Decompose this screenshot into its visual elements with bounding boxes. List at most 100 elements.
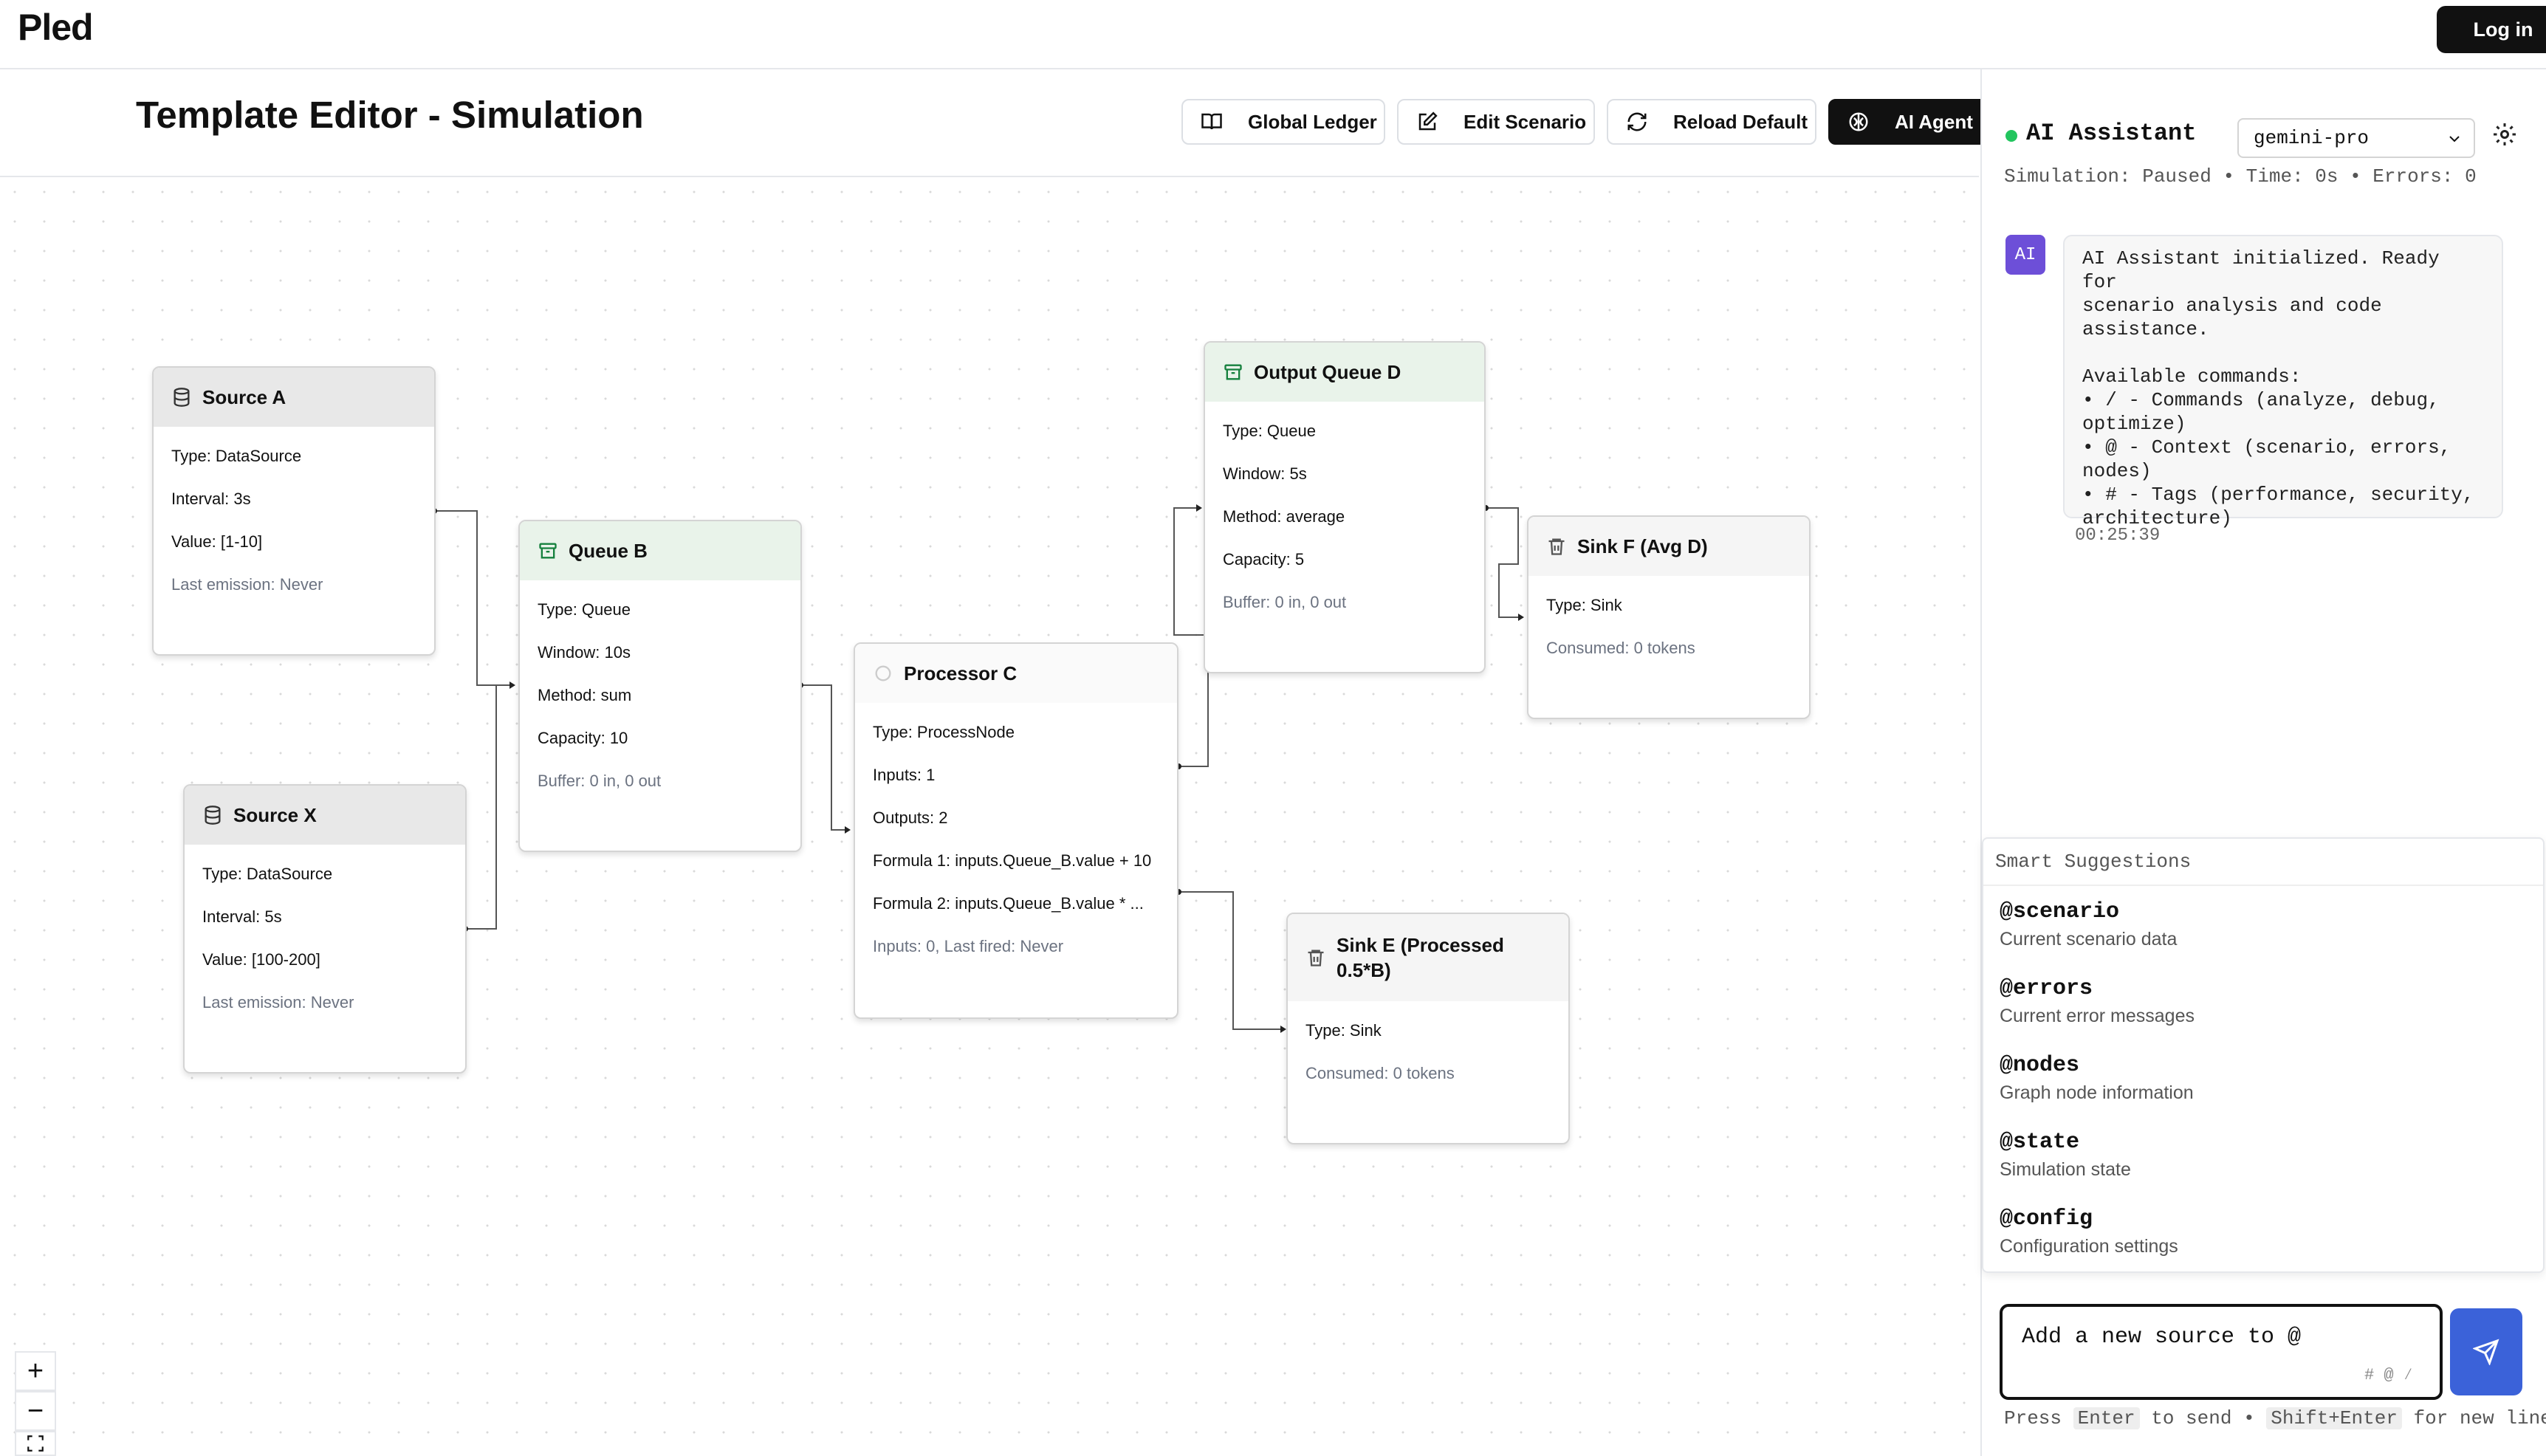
node-header: Sink F (Avg D) <box>1528 517 1809 576</box>
keyboard-hint: Press Enter to send • Shift+Enter for ne… <box>2004 1407 2546 1429</box>
edge-source-a-queue-b <box>434 510 514 686</box>
database-icon <box>174 388 190 407</box>
node-header: Processor C <box>855 644 1177 703</box>
trash-icon <box>1308 950 1324 966</box>
node-formula-1: Formula 1: inputs.Queue_B.value + 10 <box>873 851 1152 870</box>
node-window: Window: 5s <box>1223 464 1307 483</box>
database-icon <box>205 806 221 825</box>
edge-output-d-sink-f <box>1486 507 1523 618</box>
node-title: Sink E (Processed 0.5*B) <box>1337 934 1504 981</box>
node-title: Source A <box>202 385 286 408</box>
node-method: Method: average <box>1223 507 1345 526</box>
chat-input[interactable]: Add a new source to @ <box>2000 1304 2443 1400</box>
model-select-value: gemini-pro <box>2254 127 2370 149</box>
smart-suggestions-popup: Smart Suggestions @scenario Current scen… <box>1982 837 2545 1273</box>
node-buffer: Buffer: 0 in, 0 out <box>538 772 662 790</box>
node-interval: Interval: 5s <box>202 907 282 926</box>
send-icon <box>2473 1339 2499 1365</box>
node-method: Method: sum <box>538 686 632 704</box>
node-title: Processor C <box>904 662 1018 684</box>
suggestion-item-nodes[interactable]: @nodes Graph node information <box>1983 1040 2543 1116</box>
node-output-queue-d[interactable]: Output Queue D Type: Queue Window: 5s Me… <box>1204 341 1486 673</box>
node-title: Sink F (Avg D) <box>1577 535 1708 557</box>
suggestion-desc: Simulation state <box>2000 1159 2131 1180</box>
node-header: Source A <box>154 368 434 427</box>
input-hint-icons: # @ ⁄ <box>2364 1366 2414 1384</box>
node-source-a[interactable]: Source A Type: DataSource Interval: 3s V… <box>152 366 436 656</box>
suggestion-desc: Current error messages <box>2000 1006 2195 1026</box>
model-select[interactable]: gemini-pro <box>2237 118 2475 158</box>
assistant-title: AI Assistant <box>2026 120 2197 147</box>
node-title: Source X <box>233 803 317 826</box>
hint-press: Press <box>2004 1407 2062 1429</box>
chat-input-value: Add a new source to @ <box>2022 1325 2302 1350</box>
node-consumed: Consumed: 0 tokens <box>1305 1064 1455 1082</box>
node-type: Type: Sink <box>1305 1021 1382 1040</box>
suggestion-key: @config <box>2000 1206 2093 1232</box>
archive-icon <box>539 543 557 559</box>
node-outputs: Outputs: 2 <box>873 808 948 827</box>
node-sink-e[interactable]: Sink E (Processed 0.5*B) Type: Sink Cons… <box>1286 913 1570 1144</box>
login-button[interactable]: Log in <box>2437 6 2546 53</box>
hint-to-send: to send • <box>2151 1407 2255 1429</box>
node-last-emission: Last emission: Never <box>202 993 354 1012</box>
suggestions-title: Smart Suggestions <box>1983 839 2543 886</box>
suggestion-key: @scenario <box>2000 899 2120 924</box>
chevron-down-icon <box>2449 136 2460 142</box>
hint-new-line: for new line <box>2413 1407 2546 1429</box>
simulation-status: Simulation: Paused • Time: 0s • Errors: … <box>2004 165 2477 188</box>
node-header: Source X <box>185 786 465 845</box>
assistant-message: AI Assistant initialized. Ready for scen… <box>2063 235 2503 529</box>
status-dot <box>2005 130 2017 142</box>
node-capacity: Capacity: 5 <box>1223 550 1305 569</box>
fullscreen-icon <box>27 1435 44 1452</box>
node-window: Window: 10s <box>538 643 631 662</box>
edge-processor-c-sink-e <box>1178 891 1285 1030</box>
suggestion-key: @state <box>2000 1130 2080 1155</box>
node-inputs: Inputs: 1 <box>873 766 936 784</box>
hint-shift-enter-key: Shift+Enter <box>2266 1407 2402 1429</box>
node-processor-c[interactable]: Processor C Type: ProcessNode Inputs: 1 … <box>854 642 1178 1019</box>
suggestion-item-state[interactable]: @state Simulation state <box>1983 1116 2543 1193</box>
hint-enter-key: Enter <box>2073 1407 2140 1429</box>
node-type: Type: DataSource <box>202 865 333 883</box>
trash-icon <box>1548 538 1565 555</box>
suggestion-desc: Configuration settings <box>2000 1236 2178 1257</box>
node-type: Type: Queue <box>1223 422 1316 440</box>
node-last-emission: Last emission: Never <box>171 575 323 594</box>
node-buffer: Buffer: 0 in, 0 out <box>1223 593 1347 611</box>
node-source-x[interactable]: Source X Type: DataSource Interval: 5s V… <box>183 784 467 1074</box>
node-type: Type: DataSource <box>171 447 302 465</box>
edge-queue-b-processor-c <box>800 684 849 831</box>
suggestion-key: @errors <box>2000 976 2093 1001</box>
node-type: Type: ProcessNode <box>873 723 1015 741</box>
node-header: Sink E (Processed 0.5*B) <box>1288 914 1568 1001</box>
node-header: Output Queue D <box>1205 343 1484 402</box>
suggestion-desc: Graph node information <box>2000 1082 2194 1103</box>
suggestion-item-scenario[interactable]: @scenario Current scenario data <box>1983 886 2543 963</box>
suggestion-item-config[interactable]: @config Configuration settings <box>1983 1193 2543 1270</box>
node-type: Type: Queue <box>538 600 631 619</box>
node-value: Value: [1-10] <box>171 532 263 551</box>
send-button[interactable] <box>2450 1308 2522 1395</box>
node-last-fired: Inputs: 0, Last fired: Never <box>873 937 1064 955</box>
suggestion-item-errors[interactable]: @errors Current error messages <box>1983 963 2543 1040</box>
node-consumed: Consumed: 0 tokens <box>1546 639 1695 657</box>
gear-icon <box>2494 123 2516 145</box>
zoom-in-button[interactable]: + <box>15 1351 56 1391</box>
suggestion-key: @nodes <box>2000 1053 2080 1078</box>
suggestion-desc: Current scenario data <box>2000 929 2178 950</box>
assistant-avatar: AI <box>2005 235 2045 275</box>
node-queue-b[interactable]: Queue B Type: Queue Window: 10s Method: … <box>518 520 802 852</box>
settings-button[interactable] <box>2491 121 2521 151</box>
zoom-out-button[interactable]: − <box>15 1391 56 1431</box>
node-type: Type: Sink <box>1546 596 1622 614</box>
node-value: Value: [100-200] <box>202 950 320 969</box>
node-title: Queue B <box>569 539 648 562</box>
node-formula-2: Formula 2: inputs.Queue_B.value * ... <box>873 894 1144 913</box>
fit-view-button[interactable] <box>15 1431 56 1456</box>
node-capacity: Capacity: 10 <box>538 729 628 747</box>
edge-source-x-queue-b <box>465 684 514 930</box>
node-sink-f[interactable]: Sink F (Avg D) Type: Sink Consumed: 0 to… <box>1527 515 1811 719</box>
cpu-icon <box>875 665 891 681</box>
